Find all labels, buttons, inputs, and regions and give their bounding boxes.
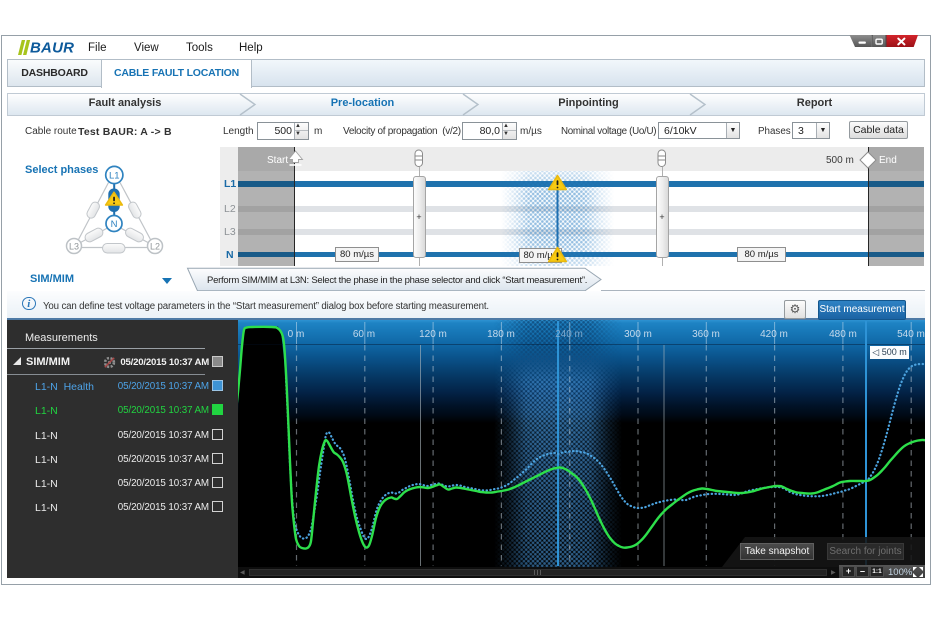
svg-text:L2: L2 — [150, 242, 160, 252]
svg-text:BAUR: BAUR — [30, 40, 74, 57]
svg-text:N: N — [111, 219, 118, 230]
svg-text:L3: L3 — [69, 242, 79, 252]
svg-text:L1: L1 — [109, 171, 120, 182]
